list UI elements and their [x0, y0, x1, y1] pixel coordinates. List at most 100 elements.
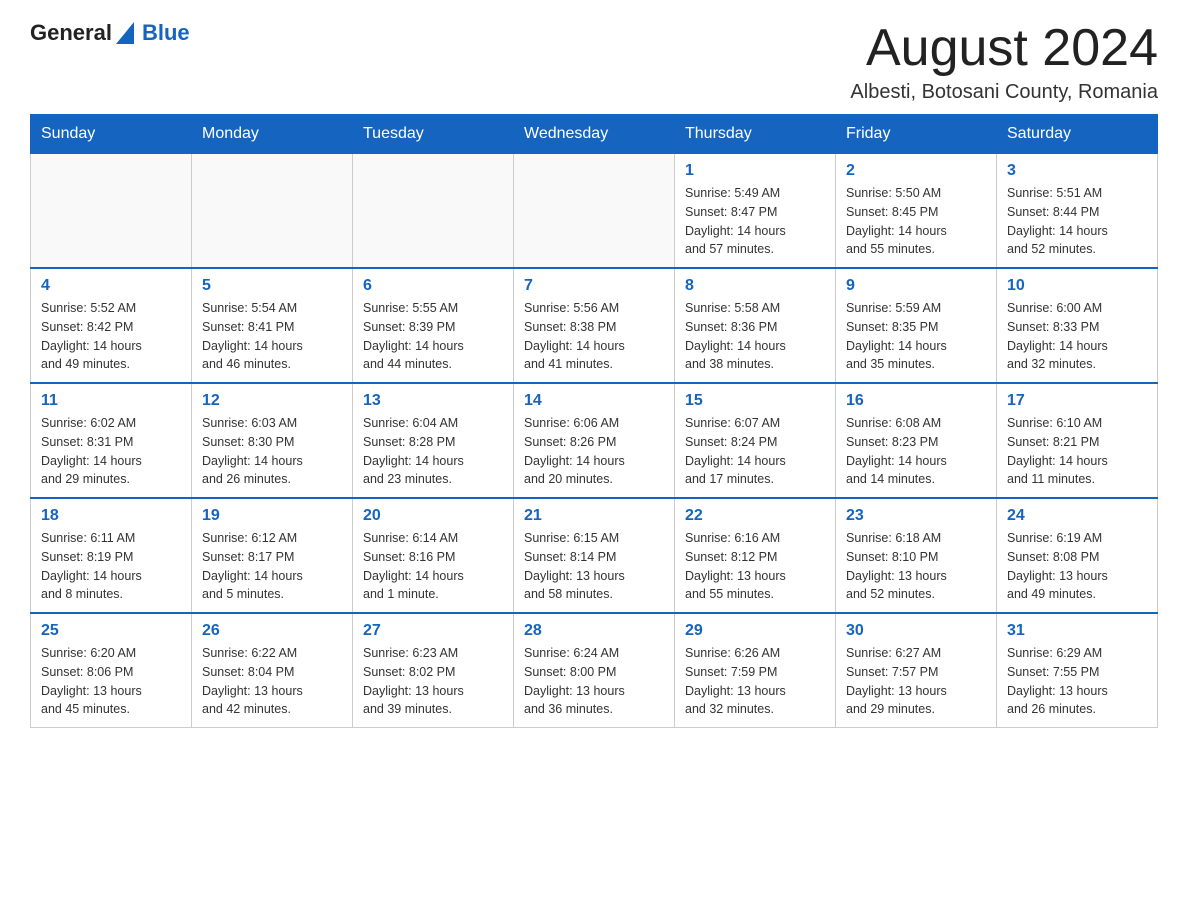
- day-number: 23: [846, 507, 986, 525]
- calendar-week-row: 4 Sunrise: 5:52 AM Sunset: 8:42 PM Daylig…: [31, 268, 1158, 383]
- logo-blue: Blue: [142, 20, 190, 46]
- calendar-cell: 10 Sunrise: 6:00 AM Sunset: 8:33 PM Dayli…: [997, 268, 1158, 383]
- day-number: 3: [1007, 162, 1147, 180]
- logo-triangle-icon: [116, 22, 134, 44]
- day-info: Sunrise: 6:16 AM Sunset: 8:12 PM Dayligh…: [685, 529, 825, 604]
- calendar-cell: 1Sunrise: 5:49 AM Sunset: 8:47 PM Daylig…: [675, 154, 836, 269]
- day-info: Sunrise: 6:18 AM Sunset: 8:10 PM Dayligh…: [846, 529, 986, 604]
- calendar-day-header: Sunday: [31, 115, 192, 154]
- day-number: 25: [41, 622, 181, 640]
- day-number: 13: [363, 392, 503, 410]
- calendar-week-row: 1Sunrise: 5:49 AM Sunset: 8:47 PM Daylig…: [31, 154, 1158, 269]
- day-info: Sunrise: 6:11 AM Sunset: 8:19 PM Dayligh…: [41, 529, 181, 604]
- calendar-cell: [31, 154, 192, 269]
- page-header: General Blue August 2024 Albesti, Botosa…: [30, 20, 1158, 104]
- day-number: 18: [41, 507, 181, 525]
- calendar-cell: 13 Sunrise: 6:04 AM Sunset: 8:28 PM Dayli…: [353, 383, 514, 498]
- calendar-cell: [514, 154, 675, 269]
- calendar-table: SundayMondayTuesdayWednesdayThursdayFrid…: [30, 114, 1158, 728]
- day-number: 29: [685, 622, 825, 640]
- calendar-cell: 12 Sunrise: 6:03 AM Sunset: 8:30 PM Dayli…: [192, 383, 353, 498]
- calendar-cell: 28 Sunrise: 6:24 AM Sunset: 8:00 PM Dayli…: [514, 613, 675, 728]
- title-block: August 2024 Albesti, Botosani County, Ro…: [850, 20, 1158, 104]
- day-number: 27: [363, 622, 503, 640]
- day-info: Sunrise: 6:06 AM Sunset: 8:26 PM Dayligh…: [524, 414, 664, 489]
- calendar-cell: 25 Sunrise: 6:20 AM Sunset: 8:06 PM Dayli…: [31, 613, 192, 728]
- calendar-cell: 31 Sunrise: 6:29 AM Sunset: 7:55 PM Dayli…: [997, 613, 1158, 728]
- calendar-week-row: 18 Sunrise: 6:11 AM Sunset: 8:19 PM Dayli…: [31, 498, 1158, 613]
- day-info: Sunrise: 5:54 AM Sunset: 8:41 PM Dayligh…: [202, 299, 342, 374]
- location: Albesti, Botosani County, Romania: [850, 81, 1158, 104]
- calendar-cell: 3 Sunrise: 5:51 AM Sunset: 8:44 PM Daylig…: [997, 154, 1158, 269]
- calendar-cell: 19 Sunrise: 6:12 AM Sunset: 8:17 PM Dayli…: [192, 498, 353, 613]
- calendar-day-header: Thursday: [675, 115, 836, 154]
- calendar-cell: 6 Sunrise: 5:55 AM Sunset: 8:39 PM Daylig…: [353, 268, 514, 383]
- calendar-day-header: Saturday: [997, 115, 1158, 154]
- calendar-cell: 16 Sunrise: 6:08 AM Sunset: 8:23 PM Dayli…: [836, 383, 997, 498]
- month-title: August 2024: [850, 20, 1158, 77]
- day-info: Sunrise: 6:04 AM Sunset: 8:28 PM Dayligh…: [363, 414, 503, 489]
- day-info: Sunrise: 6:29 AM Sunset: 7:55 PM Dayligh…: [1007, 644, 1147, 719]
- day-number: 31: [1007, 622, 1147, 640]
- day-info: Sunrise: 5:55 AM Sunset: 8:39 PM Dayligh…: [363, 299, 503, 374]
- calendar-cell: 15 Sunrise: 6:07 AM Sunset: 8:24 PM Dayli…: [675, 383, 836, 498]
- calendar-cell: 29Sunrise: 6:26 AM Sunset: 7:59 PM Dayli…: [675, 613, 836, 728]
- calendar-cell: 4 Sunrise: 5:52 AM Sunset: 8:42 PM Daylig…: [31, 268, 192, 383]
- calendar-cell: 5 Sunrise: 5:54 AM Sunset: 8:41 PM Daylig…: [192, 268, 353, 383]
- day-number: 6: [363, 277, 503, 295]
- day-number: 11: [41, 392, 181, 410]
- calendar-cell: 30 Sunrise: 6:27 AM Sunset: 7:57 PM Dayli…: [836, 613, 997, 728]
- calendar-header-row: SundayMondayTuesdayWednesdayThursdayFrid…: [31, 115, 1158, 154]
- calendar-cell: 22 Sunrise: 6:16 AM Sunset: 8:12 PM Dayli…: [675, 498, 836, 613]
- day-info: Sunrise: 5:58 AM Sunset: 8:36 PM Dayligh…: [685, 299, 825, 374]
- day-info: Sunrise: 6:27 AM Sunset: 7:57 PM Dayligh…: [846, 644, 986, 719]
- calendar-cell: 27Sunrise: 6:23 AM Sunset: 8:02 PM Dayli…: [353, 613, 514, 728]
- day-number: 10: [1007, 277, 1147, 295]
- calendar-cell: 17Sunrise: 6:10 AM Sunset: 8:21 PM Dayli…: [997, 383, 1158, 498]
- day-info: Sunrise: 6:20 AM Sunset: 8:06 PM Dayligh…: [41, 644, 181, 719]
- day-info: Sunrise: 6:15 AM Sunset: 8:14 PM Dayligh…: [524, 529, 664, 604]
- calendar-cell: 23 Sunrise: 6:18 AM Sunset: 8:10 PM Dayli…: [836, 498, 997, 613]
- day-number: 2: [846, 162, 986, 180]
- day-info: Sunrise: 6:08 AM Sunset: 8:23 PM Dayligh…: [846, 414, 986, 489]
- day-info: Sunrise: 6:12 AM Sunset: 8:17 PM Dayligh…: [202, 529, 342, 604]
- calendar-cell: 2 Sunrise: 5:50 AM Sunset: 8:45 PM Daylig…: [836, 154, 997, 269]
- day-info: Sunrise: 6:14 AM Sunset: 8:16 PM Dayligh…: [363, 529, 503, 604]
- day-info: Sunrise: 5:52 AM Sunset: 8:42 PM Dayligh…: [41, 299, 181, 374]
- day-number: 8: [685, 277, 825, 295]
- day-info: Sunrise: 6:02 AM Sunset: 8:31 PM Dayligh…: [41, 414, 181, 489]
- calendar-cell: 26 Sunrise: 6:22 AM Sunset: 8:04 PM Dayli…: [192, 613, 353, 728]
- logo: General Blue: [30, 20, 190, 46]
- calendar-cell: 24Sunrise: 6:19 AM Sunset: 8:08 PM Dayli…: [997, 498, 1158, 613]
- day-number: 5: [202, 277, 342, 295]
- day-number: 22: [685, 507, 825, 525]
- day-number: 17: [1007, 392, 1147, 410]
- day-info: Sunrise: 5:50 AM Sunset: 8:45 PM Dayligh…: [846, 184, 986, 259]
- day-number: 15: [685, 392, 825, 410]
- logo-general: General: [30, 20, 112, 46]
- day-info: Sunrise: 5:59 AM Sunset: 8:35 PM Dayligh…: [846, 299, 986, 374]
- calendar-day-header: Monday: [192, 115, 353, 154]
- calendar-cell: [353, 154, 514, 269]
- calendar-week-row: 11 Sunrise: 6:02 AM Sunset: 8:31 PM Dayli…: [31, 383, 1158, 498]
- day-number: 12: [202, 392, 342, 410]
- day-number: 21: [524, 507, 664, 525]
- day-number: 26: [202, 622, 342, 640]
- day-info: Sunrise: 6:24 AM Sunset: 8:00 PM Dayligh…: [524, 644, 664, 719]
- day-info: Sunrise: 6:00 AM Sunset: 8:33 PM Dayligh…: [1007, 299, 1147, 374]
- day-number: 4: [41, 277, 181, 295]
- calendar-cell: 21 Sunrise: 6:15 AM Sunset: 8:14 PM Dayli…: [514, 498, 675, 613]
- day-info: Sunrise: 6:22 AM Sunset: 8:04 PM Dayligh…: [202, 644, 342, 719]
- day-number: 9: [846, 277, 986, 295]
- calendar-cell: 8 Sunrise: 5:58 AM Sunset: 8:36 PM Daylig…: [675, 268, 836, 383]
- day-info: Sunrise: 5:51 AM Sunset: 8:44 PM Dayligh…: [1007, 184, 1147, 259]
- day-info: Sunrise: 6:19 AM Sunset: 8:08 PM Dayligh…: [1007, 529, 1147, 604]
- day-info: Sunrise: 6:07 AM Sunset: 8:24 PM Dayligh…: [685, 414, 825, 489]
- calendar-day-header: Wednesday: [514, 115, 675, 154]
- calendar-cell: 9 Sunrise: 5:59 AM Sunset: 8:35 PM Daylig…: [836, 268, 997, 383]
- day-number: 19: [202, 507, 342, 525]
- day-number: 16: [846, 392, 986, 410]
- day-number: 28: [524, 622, 664, 640]
- day-info: Sunrise: 6:03 AM Sunset: 8:30 PM Dayligh…: [202, 414, 342, 489]
- day-number: 30: [846, 622, 986, 640]
